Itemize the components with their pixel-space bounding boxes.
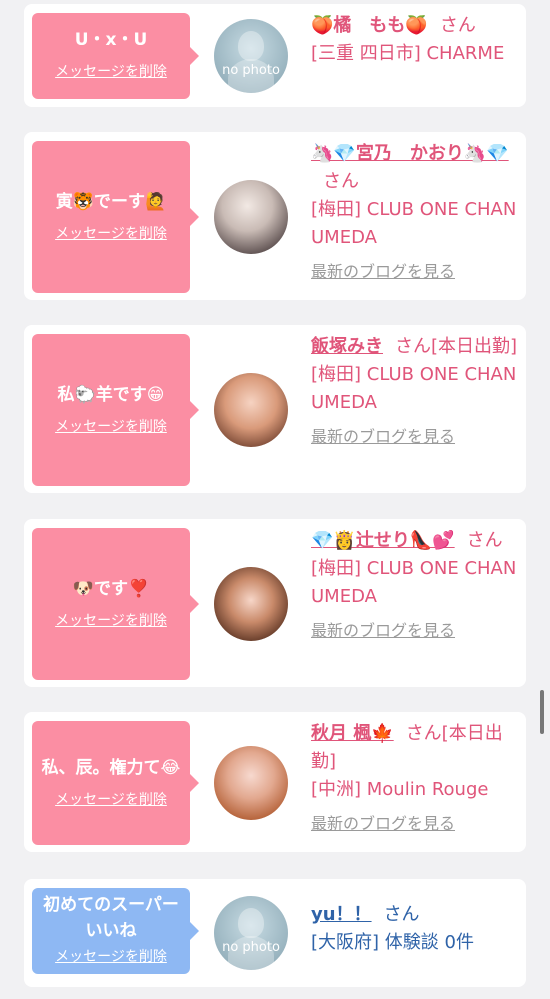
sender-name[interactable]: 🦄💎宮乃 かおり🦄💎: [311, 143, 509, 164]
message-bubble: 私、辰。権力て😂 メッセージを削除: [32, 721, 199, 845]
message-card: U・x・U メッセージを削除 no photo 🍑橘 もも🍑 さん [三重 四日市…: [24, 4, 526, 107]
sender-name[interactable]: 💎👸辻せり👠💕: [311, 530, 455, 551]
latest-blog-link[interactable]: 最新のブログを見る: [311, 810, 455, 838]
message-bubble: 私🐑羊です😁 メッセージを削除: [32, 334, 199, 486]
message-bubble: 寅🐯でーす🙋 メッセージを削除: [32, 141, 199, 293]
message-text: 初めてのスーパーいいね: [43, 895, 179, 941]
message-card: 初めてのスーパーいいね メッセージを削除 no photo yu！！ さん [大阪…: [24, 879, 526, 987]
sender-name[interactable]: 秋月 楓🍁: [311, 723, 394, 744]
avatar[interactable]: no photo: [214, 896, 288, 970]
shop-info: [大阪府] 体験談 0件: [311, 932, 474, 953]
honorific: さん: [439, 15, 476, 36]
message-card: 私🐑羊です😁 メッセージを削除 飯塚みき さん[本日出勤] [梅田] CLUB O…: [24, 325, 526, 493]
message-card: 🐶です❣️ メッセージを削除 💎👸辻せり👠💕 さん [梅田] CLUB ONE C…: [24, 519, 526, 687]
message-card: 私、辰。権力て😂 メッセージを削除 秋月 楓🍁 さん[本日出勤] [中洲] Mou…: [24, 712, 526, 852]
delete-message-link[interactable]: メッセージを削除: [55, 789, 167, 809]
sender-info: 💎👸辻せり👠💕 さん [梅田] CLUB ONE CHAN UMEDA 最新のブロ…: [311, 527, 519, 645]
honorific: さん[本日出勤]: [395, 336, 518, 357]
delete-message-link[interactable]: メッセージを削除: [55, 416, 167, 436]
sender-info: 🍑橘 もも🍑 さん [三重 四日市] CHARME: [311, 12, 519, 68]
silhouette-icon: [238, 31, 264, 61]
message-text: U・x・U: [74, 30, 148, 50]
sender-info: yu！！ さん [大阪府] 体験談 0件: [311, 901, 519, 957]
delete-message-link[interactable]: メッセージを削除: [55, 61, 167, 81]
message-text: 私、辰。権力て😂: [41, 758, 181, 778]
silhouette-icon: [238, 908, 264, 938]
message-bubble: U・x・U メッセージを削除: [32, 13, 199, 99]
no-photo-label: no photo: [222, 63, 280, 78]
avatar[interactable]: [214, 180, 288, 254]
scrollbar[interactable]: [540, 690, 544, 734]
shop-info: [梅田] CLUB ONE CHAN UMEDA: [311, 558, 517, 607]
honorific: さん: [466, 530, 503, 551]
sender-name[interactable]: 飯塚みき: [311, 336, 383, 357]
sender-info: 飯塚みき さん[本日出勤] [梅田] CLUB ONE CHAN UMEDA 最新…: [311, 333, 519, 451]
message-text: 寅🐯でーす🙋: [55, 192, 167, 212]
latest-blog-link[interactable]: 最新のブログを見る: [311, 423, 455, 451]
honorific: さん: [323, 171, 359, 192]
avatar[interactable]: [214, 373, 288, 447]
message-card: 寅🐯でーす🙋 メッセージを削除 🦄💎宮乃 かおり🦄💎 さん [梅田] CLUB O…: [24, 132, 526, 300]
honorific: さん: [383, 904, 420, 925]
sender-name[interactable]: 🍑橘 もも🍑: [311, 15, 428, 36]
sender-info: 秋月 楓🍁 さん[本日出勤] [中洲] Moulin Rouge 最新のブログを見…: [311, 720, 519, 838]
avatar[interactable]: [214, 746, 288, 820]
delete-message-link[interactable]: メッセージを削除: [55, 610, 167, 630]
shop-info: [梅田] CLUB ONE CHAN UMEDA: [311, 364, 517, 413]
message-bubble: 初めてのスーパーいいね メッセージを削除: [32, 888, 199, 974]
no-photo-label: no photo: [222, 940, 280, 955]
message-text: 私🐑羊です😁: [57, 385, 165, 405]
sender-info: 🦄💎宮乃 かおり🦄💎 さん [梅田] CLUB ONE CHAN UMEDA 最新…: [311, 140, 519, 286]
sender-name[interactable]: yu！！: [311, 904, 372, 925]
avatar[interactable]: [214, 567, 288, 641]
avatar[interactable]: no photo: [214, 19, 288, 93]
message-bubble: 🐶です❣️ メッセージを削除: [32, 528, 199, 680]
shop-info: [三重 四日市] CHARME: [311, 43, 505, 64]
delete-message-link[interactable]: メッセージを削除: [55, 223, 167, 243]
message-text: 🐶です❣️: [72, 579, 150, 599]
latest-blog-link[interactable]: 最新のブログを見る: [311, 617, 455, 645]
delete-message-link[interactable]: メッセージを削除: [55, 946, 167, 966]
latest-blog-link[interactable]: 最新のブログを見る: [311, 258, 455, 286]
shop-info: [梅田] CLUB ONE CHAN UMEDA: [311, 199, 517, 248]
shop-info: [中洲] Moulin Rouge: [311, 779, 489, 800]
